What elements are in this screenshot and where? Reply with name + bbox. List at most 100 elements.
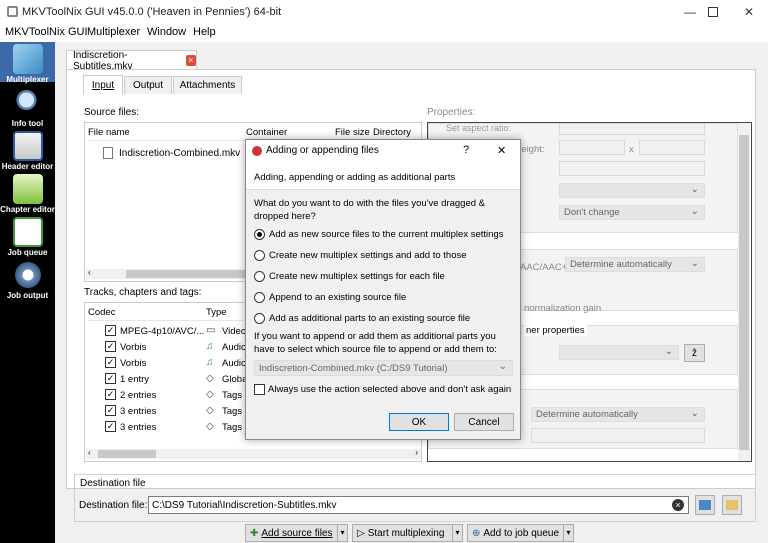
tab-input[interactable]: Input	[83, 75, 123, 95]
cancel-button[interactable]: Cancel	[454, 413, 514, 431]
container-dropdown[interactable]	[559, 345, 679, 360]
sidebar-item-label: Info tool	[11, 119, 44, 128]
tab-output-label: Output	[132, 80, 164, 91]
track-type: Tags	[222, 406, 243, 417]
track-codec: MPEG-4p10/AVC/...	[120, 326, 205, 337]
properties-label: Properties:	[427, 107, 476, 118]
track-checkbox[interactable]: ✓	[105, 405, 116, 416]
radio-button[interactable]	[254, 313, 265, 324]
option-label: Create new multiplex settings for each f…	[269, 271, 445, 282]
menu-multiplexer[interactable]: Multiplexer	[84, 26, 143, 38]
sidebar-item-job-queue[interactable]: Job queue	[0, 215, 55, 257]
track-codec: 3 entries	[120, 422, 157, 433]
chevron-down-icon[interactable]: ▾	[452, 525, 462, 541]
col-file-name[interactable]: File name	[88, 127, 130, 138]
option-3[interactable]: Append to an existing source file	[254, 291, 516, 305]
sidebar-item-info-tool[interactable]: Info tool	[0, 86, 55, 128]
track-checkbox[interactable]: ✓	[105, 373, 116, 384]
cancel-label: Cancel	[468, 416, 500, 428]
destination-file-value: C:\DS9 Tutorial\Indiscretion-Subtitles.m…	[152, 500, 337, 511]
aspect-ratio-field[interactable]	[559, 123, 705, 135]
aac-label: AAC/AAC+:	[520, 262, 570, 273]
dialog-title: Adding or appending files	[266, 145, 379, 156]
radio-button[interactable]	[254, 271, 265, 282]
menu-mkvtoolnix[interactable]: MKVToolNix GUI	[2, 26, 91, 38]
source-file-select[interactable]: Indiscretion-Combined.mkv (C:/DS9 Tutori…	[254, 360, 513, 376]
menu-window[interactable]: Window	[144, 26, 189, 38]
tag-icon: ◇	[206, 405, 214, 416]
track-codec: 2 entries	[120, 390, 157, 401]
container-properties-label: ner properties	[524, 325, 587, 336]
determine-dropdown[interactable]: Determine automatically	[531, 407, 705, 422]
start-multiplexing-label: Start multiplexing	[367, 527, 445, 539]
chapter-editor-icon	[12, 174, 43, 204]
track-checkbox[interactable]: ✓	[105, 421, 116, 432]
clear-icon[interactable]: ×	[672, 499, 684, 511]
track-codec: Vorbis	[120, 358, 147, 369]
option-2[interactable]: Create new multiplex settings for each f…	[254, 270, 516, 284]
col-container[interactable]: Container	[246, 127, 287, 138]
play-icon: ▷	[357, 527, 365, 539]
x-separator: x	[629, 144, 634, 155]
sidebar-item-chapter-editor[interactable]: Chapter editor	[0, 172, 55, 214]
tab-attachments[interactable]: Attachments	[173, 76, 242, 94]
properties-dropdown-1[interactable]	[559, 183, 705, 198]
col-directory[interactable]: Directory	[373, 127, 411, 138]
properties-vscrollbar[interactable]	[738, 123, 750, 461]
chevron-down-icon[interactable]: ▾	[563, 525, 573, 541]
sort-button[interactable]: ẑ	[684, 344, 705, 362]
recent-destinations-button[interactable]	[722, 495, 742, 515]
sidebar-item-job-output[interactable]: Job output	[0, 258, 55, 300]
scroll-thumb[interactable]	[739, 135, 749, 450]
browse-destination-button[interactable]	[695, 495, 715, 515]
dialog-help-button[interactable]: ?	[463, 144, 469, 156]
app-icon	[7, 6, 18, 17]
radio-button[interactable]	[254, 292, 265, 303]
close-icon: ✕	[743, 5, 755, 19]
tracks-hscrollbar[interactable]: ‹ ›	[86, 448, 421, 459]
track-checkbox[interactable]: ✓	[105, 325, 116, 336]
destination-file-input[interactable]: C:\DS9 Tutorial\Indiscretion-Subtitles.m…	[148, 496, 689, 514]
add-to-job-queue-button[interactable]: ⊕ Add to job queue ▾	[467, 524, 574, 542]
start-multiplexing-button[interactable]: ▷ Start multiplexing ▾	[352, 524, 463, 542]
tab-output[interactable]: Output	[124, 76, 172, 94]
track-type: Video	[222, 326, 246, 337]
col-file-size[interactable]: File size	[335, 127, 370, 138]
option-0[interactable]: Add as new source files to the current m…	[254, 228, 516, 242]
scroll-thumb[interactable]	[98, 450, 156, 458]
file-tab[interactable]: Indiscretion-Subtitles.mkv ×	[66, 50, 197, 72]
option-1[interactable]: Create new multiplex settings and add to…	[254, 249, 516, 263]
height-field[interactable]	[639, 140, 705, 155]
track-checkbox[interactable]: ✓	[105, 341, 116, 352]
list-item[interactable]: Indiscretion-Combined.mkv	[103, 146, 243, 160]
tag-icon: ◇	[206, 373, 214, 384]
track-checkbox[interactable]: ✓	[105, 389, 116, 400]
add-to-job-queue-label: Add to job queue	[483, 527, 560, 539]
always-use-checkbox[interactable]	[254, 384, 265, 395]
music-note-icon: ♫	[206, 341, 214, 352]
add-source-files-button[interactable]: ✚ Add source files ▾	[245, 524, 348, 542]
width-field[interactable]	[559, 140, 625, 155]
menu-help[interactable]: Help	[190, 26, 219, 38]
col-codec[interactable]: Codec	[88, 307, 115, 318]
track-type: Audio	[222, 342, 246, 353]
properties-field-2[interactable]	[531, 428, 705, 443]
option-4[interactable]: Add as additional parts to an existing s…	[254, 312, 516, 326]
chevron-down-icon[interactable]: ▾	[337, 525, 347, 541]
sidebar-item-header-editor[interactable]: Header editor	[0, 129, 55, 171]
info-tool-icon	[12, 88, 43, 118]
aac-dropdown[interactable]: Determine automatically	[565, 257, 705, 272]
radio-button[interactable]	[254, 229, 265, 240]
track-type: Tags	[222, 422, 243, 433]
close-window-button[interactable]: ✕	[726, 0, 768, 24]
sidebar-item-multiplexer[interactable]: Multiplexer	[0, 42, 55, 84]
track-checkbox[interactable]: ✓	[105, 357, 116, 368]
folder-icon	[726, 500, 738, 510]
ok-button[interactable]: OK	[389, 413, 449, 431]
dialog-close-button[interactable]: ✕	[497, 144, 506, 157]
stereo-mode-dropdown[interactable]: Don't change	[559, 205, 705, 220]
col-type[interactable]: Type	[206, 307, 227, 318]
radio-button[interactable]	[254, 250, 265, 261]
properties-field-1[interactable]	[559, 161, 705, 176]
close-tab-icon[interactable]: ×	[185, 55, 196, 66]
